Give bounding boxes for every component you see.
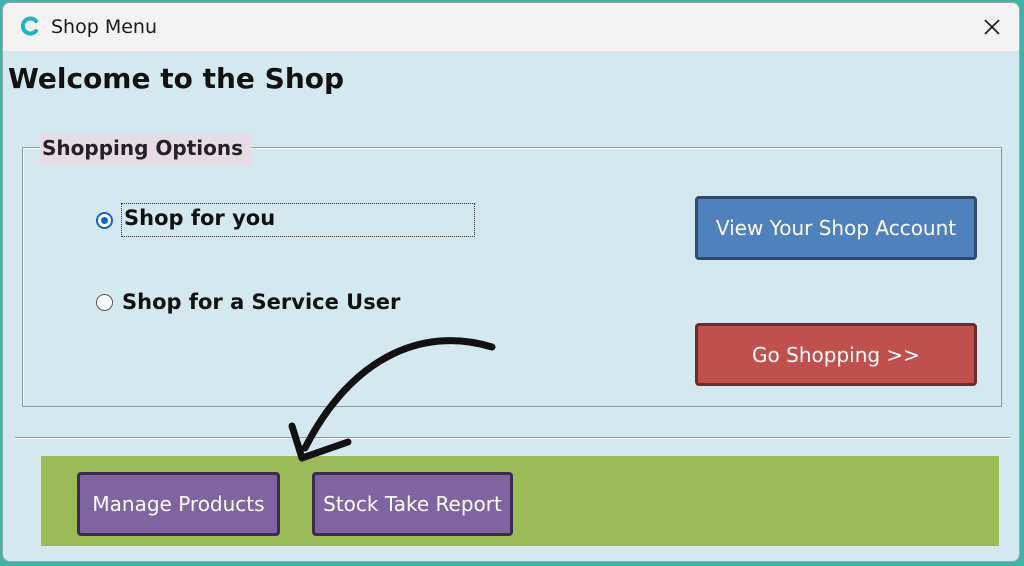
- title-bar: Shop Menu: [3, 3, 1019, 52]
- view-shop-account-button[interactable]: View Your Shop Account: [695, 196, 977, 260]
- window-title: Shop Menu: [51, 16, 157, 38]
- manage-products-button[interactable]: Manage Products: [77, 472, 280, 536]
- go-shopping-button[interactable]: Go Shopping >>: [695, 323, 977, 386]
- radio-unchecked-icon: [96, 293, 113, 311]
- radio-shop-for-you[interactable]: Shop for you: [96, 203, 475, 237]
- close-button[interactable]: [975, 11, 1009, 43]
- stock-take-report-button[interactable]: Stock Take Report: [312, 472, 513, 536]
- c-logo-icon: [20, 16, 38, 36]
- radio-checked-icon: [96, 211, 113, 229]
- radio-shop-for-service-user[interactable]: Shop for a Service User: [96, 290, 400, 314]
- page-title: Welcome to the Shop: [8, 62, 345, 95]
- radio-label-shop-for-you: Shop for you: [121, 203, 475, 237]
- radio-label-shop-for-service-user: Shop for a Service User: [122, 290, 401, 314]
- close-icon: [984, 19, 1000, 35]
- shopping-options-legend: Shopping Options: [40, 133, 252, 165]
- separator: [15, 437, 1010, 439]
